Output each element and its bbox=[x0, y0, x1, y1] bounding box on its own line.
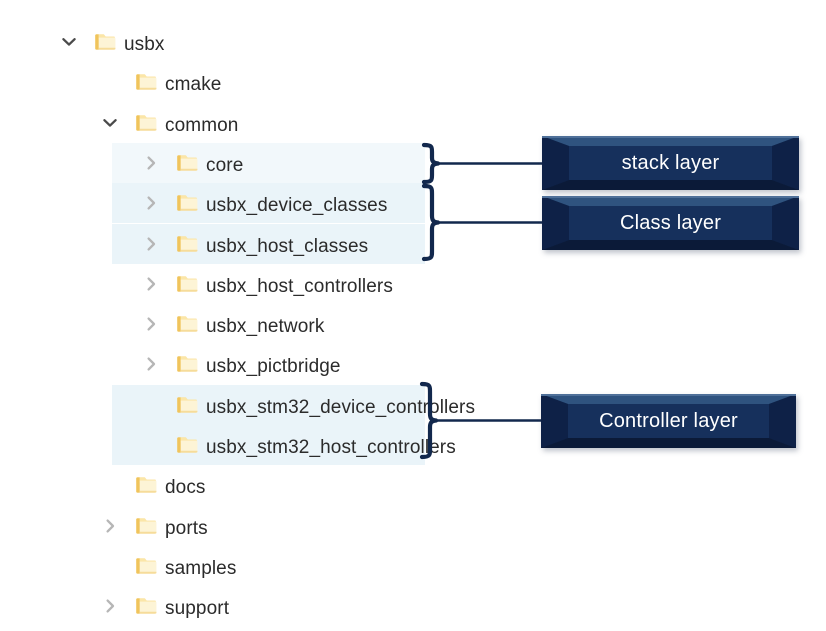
folder-icon bbox=[176, 353, 198, 375]
tree-row[interactable]: usbx_stm32_device_controllers bbox=[0, 384, 475, 425]
tree-row[interactable]: cmake bbox=[0, 62, 440, 102]
tree-item-label: usbx_network bbox=[206, 316, 325, 338]
tree-item-label: common bbox=[165, 114, 239, 136]
tree-item-label: core bbox=[206, 154, 244, 176]
folder-tree[interactable]: usbx cmake common core usbx_device_class… bbox=[0, 0, 475, 631]
tree-item-label: ports bbox=[165, 517, 208, 539]
chevron-right-icon[interactable] bbox=[140, 273, 162, 295]
folder-icon bbox=[94, 31, 116, 53]
tree-row[interactable]: ports bbox=[0, 506, 440, 546]
tree-row[interactable]: usbx_network bbox=[0, 304, 440, 344]
tree-row[interactable]: support bbox=[0, 586, 440, 626]
tree-item-label: usbx_host_classes bbox=[206, 235, 369, 257]
callout-box-controller-layer[interactable]: Controller layer bbox=[541, 394, 796, 448]
tree-row[interactable]: usbx_stm32_host_controllers bbox=[0, 425, 456, 465]
folder-icon bbox=[135, 71, 157, 93]
chevron-down-icon[interactable] bbox=[99, 112, 121, 134]
chevron-right-icon[interactable] bbox=[140, 233, 162, 255]
brace-class-layer bbox=[421, 183, 543, 262]
tree-item-label: usbx_stm32_host_controllers bbox=[206, 437, 456, 458]
callout-box-class-layer[interactable]: Class layer bbox=[542, 196, 799, 250]
tree-row[interactable]: usbx_device_classes bbox=[0, 183, 440, 224]
callout-box-stack-layer[interactable]: stack layer bbox=[542, 136, 799, 190]
chevron-right-icon[interactable] bbox=[140, 152, 162, 174]
chevron-down-icon[interactable] bbox=[58, 31, 80, 53]
folder-icon bbox=[176, 273, 198, 295]
tree-item-label: usbx_pictbridge bbox=[206, 356, 341, 378]
folder-icon bbox=[176, 394, 198, 416]
tree-row[interactable]: core bbox=[0, 142, 440, 183]
folder-icon bbox=[176, 313, 198, 335]
tree-item-label: usbx bbox=[124, 34, 165, 55]
chevron-right-icon[interactable] bbox=[140, 353, 162, 375]
tree-row[interactable]: common bbox=[0, 103, 440, 143]
tree-item-label: samples bbox=[165, 557, 237, 579]
diagram-canvas: usbx cmake common core usbx_device_class… bbox=[0, 0, 826, 631]
callout-box-label: Controller layer bbox=[599, 409, 738, 432]
callout-box-label: stack layer bbox=[621, 151, 720, 174]
folder-icon bbox=[176, 192, 198, 214]
folder-icon bbox=[176, 152, 198, 174]
callout-box-label: Class layer bbox=[619, 211, 722, 234]
tree-row[interactable]: samples bbox=[0, 546, 440, 586]
chevron-right-icon[interactable] bbox=[99, 515, 121, 537]
tree-item-label: usbx_stm32_device_controllers bbox=[206, 396, 476, 418]
folder-icon bbox=[135, 474, 157, 496]
tree-item-label: support bbox=[165, 598, 230, 620]
tree-item-label: usbx_device_classes bbox=[206, 195, 388, 217]
chevron-right-icon[interactable] bbox=[99, 595, 121, 617]
folder-icon bbox=[176, 434, 198, 456]
tree-item-label: docs bbox=[165, 477, 206, 499]
folder-icon bbox=[135, 555, 157, 577]
tree-row[interactable]: usbx bbox=[0, 22, 440, 62]
brace-stack-layer bbox=[421, 142, 543, 185]
folder-icon bbox=[135, 515, 157, 537]
tree-row[interactable]: usbx_host_classes bbox=[0, 223, 440, 264]
tree-row[interactable]: usbx_pictbridge bbox=[0, 344, 440, 384]
tree-item-label: usbx_host_controllers bbox=[206, 275, 393, 297]
folder-icon bbox=[135, 112, 157, 134]
tree-item-label: cmake bbox=[165, 74, 222, 96]
tree-row[interactable]: docs bbox=[0, 465, 440, 505]
tree-row[interactable]: usbx_host_controllers bbox=[0, 264, 440, 304]
chevron-right-icon[interactable] bbox=[140, 313, 162, 335]
folder-icon bbox=[176, 233, 198, 255]
folder-icon bbox=[135, 595, 157, 617]
chevron-right-icon[interactable] bbox=[140, 192, 162, 214]
